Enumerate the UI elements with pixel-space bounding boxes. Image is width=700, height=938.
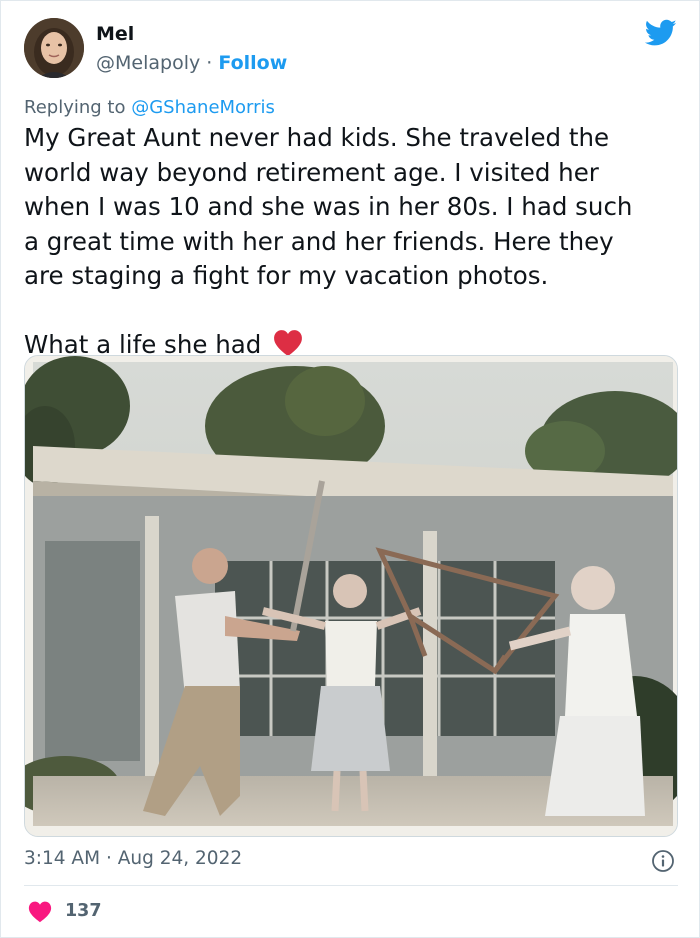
vacation-photo xyxy=(25,356,677,836)
red-heart-emoji-icon xyxy=(274,330,303,357)
heart-icon[interactable] xyxy=(28,901,52,923)
tweet-text: My Great Aunt never had kids. She travel… xyxy=(24,121,674,363)
info-icon[interactable] xyxy=(651,849,675,873)
author-name[interactable]: Mel xyxy=(96,23,134,45)
tweet-time: 3:14 AM xyxy=(24,848,101,869)
tweet-line: are staging a fight for my vacation phot… xyxy=(24,261,549,291)
author-avatar[interactable] xyxy=(24,18,84,78)
timestamp-separator: · xyxy=(105,848,112,869)
divider xyxy=(24,885,678,886)
tweet-line: a great time with her and her friends. H… xyxy=(24,226,614,256)
handle-separator: · xyxy=(206,52,213,74)
replying-prefix: Replying to xyxy=(24,97,126,118)
tweet-photo[interactable] xyxy=(24,355,678,837)
tweet-line: world way beyond retirement age. I visit… xyxy=(24,157,599,187)
follow-button[interactable]: Follow xyxy=(218,52,287,74)
tweet-line: My Great Aunt never had kids. She travel… xyxy=(24,123,610,152)
replying-to: Replying to @GShaneMorris xyxy=(24,97,275,118)
twitter-bird-icon[interactable] xyxy=(645,19,677,47)
avatar-photo xyxy=(24,18,84,78)
tweet-date: Aug 24, 2022 xyxy=(117,848,243,869)
author-handle-row: @Melapoly · Follow xyxy=(96,52,287,74)
likes-count[interactable]: 137 xyxy=(65,901,102,921)
tweet-timestamp[interactable]: 3:14 AM · Aug 24, 2022 xyxy=(24,848,242,869)
tweet-line: when I was 10 and she was in her 80s. I … xyxy=(24,192,633,222)
author-handle[interactable]: @Melapoly xyxy=(96,52,200,74)
reply-mention[interactable]: @GShaneMorris xyxy=(131,97,275,118)
tweet-card: Mel @Melapoly · Follow Replying to @GSha… xyxy=(0,0,700,938)
